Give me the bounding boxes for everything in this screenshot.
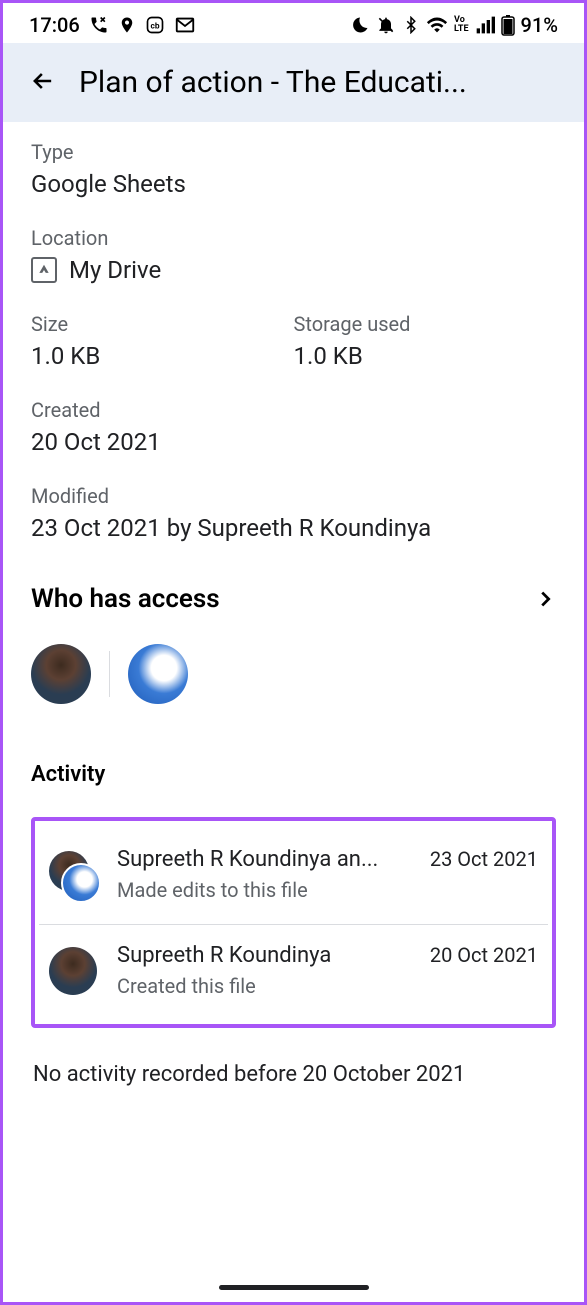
size-value: 1.0 KB xyxy=(31,342,294,370)
activity-item[interactable]: Supreeth R Koundinya an... 23 Oct 2021 M… xyxy=(39,829,548,925)
type-value: Google Sheets xyxy=(31,170,556,198)
storage-section: Storage used 1.0 KB xyxy=(294,312,557,370)
access-avatars xyxy=(31,644,556,704)
avatar-divider xyxy=(109,651,110,697)
created-section: Created 20 Oct 2021 xyxy=(31,398,556,456)
location-icon xyxy=(118,16,136,34)
activity-title: Activity xyxy=(31,762,556,787)
back-button[interactable] xyxy=(29,67,57,99)
status-right: VoLTE 91% xyxy=(350,13,558,37)
bluetooth-icon xyxy=(402,16,420,34)
access-title: Who has access xyxy=(31,584,220,614)
created-label: Created xyxy=(31,398,556,422)
storage-value: 1.0 KB xyxy=(294,342,557,370)
app-icon: cb xyxy=(145,15,165,35)
activity-avatar xyxy=(49,947,97,995)
battery-icon xyxy=(501,14,515,36)
location-section: Location My Drive xyxy=(31,226,556,284)
activity-avatar-stack xyxy=(49,851,97,899)
chevron-right-icon xyxy=(534,588,556,610)
modified-value: 23 Oct 2021 by Supreeth R Koundinya xyxy=(31,514,556,542)
gmail-icon xyxy=(174,14,196,36)
location-label: Location xyxy=(31,226,556,250)
notification-off-icon xyxy=(376,15,396,35)
page-title: Plan of action - The Educati... xyxy=(79,65,564,100)
activity-name: Supreeth R Koundinya an... xyxy=(117,847,378,872)
avatar xyxy=(61,863,101,903)
status-left: 17:06 cb xyxy=(29,13,196,37)
modified-section: Modified 23 Oct 2021 by Supreeth R Kound… xyxy=(31,484,556,542)
activity-name: Supreeth R Koundinya xyxy=(117,943,331,968)
location-value[interactable]: My Drive xyxy=(69,256,161,284)
modified-label: Modified xyxy=(31,484,556,508)
activity-desc: Created this file xyxy=(117,974,538,998)
activity-footer: No activity recorded before 20 October 2… xyxy=(31,1062,556,1087)
svg-text:cb: cb xyxy=(150,21,159,31)
status-bar: 17:06 cb VoLTE 91 xyxy=(3,3,584,43)
size-section: Size 1.0 KB xyxy=(31,312,294,370)
access-row[interactable]: Who has access xyxy=(31,584,556,614)
size-label: Size xyxy=(31,312,294,336)
type-label: Type xyxy=(31,140,556,164)
status-time: 17:06 xyxy=(29,13,80,37)
header-bar: Plan of action - The Educati... xyxy=(3,43,584,122)
type-section: Type Google Sheets xyxy=(31,140,556,198)
wifi-icon xyxy=(426,14,448,36)
signal-icon xyxy=(475,15,495,35)
activity-item[interactable]: Supreeth R Koundinya 20 Oct 2021 Created… xyxy=(39,925,548,1020)
dnd-icon xyxy=(350,15,370,35)
created-value: 20 Oct 2021 xyxy=(31,428,556,456)
activity-desc: Made edits to this file xyxy=(117,878,538,902)
volte-icon: VoLTE xyxy=(454,16,469,34)
activity-highlight-box: Supreeth R Koundinya an... 23 Oct 2021 M… xyxy=(31,817,556,1028)
user-avatar-1[interactable] xyxy=(31,644,91,704)
storage-label: Storage used xyxy=(294,312,557,336)
battery-percent: 91% xyxy=(521,13,558,37)
nav-handle[interactable] xyxy=(219,1285,369,1290)
activity-date: 23 Oct 2021 xyxy=(430,847,538,872)
drive-icon xyxy=(31,257,57,283)
missed-call-icon xyxy=(89,15,109,35)
activity-date: 20 Oct 2021 xyxy=(430,943,538,968)
user-avatar-2[interactable] xyxy=(128,644,188,704)
